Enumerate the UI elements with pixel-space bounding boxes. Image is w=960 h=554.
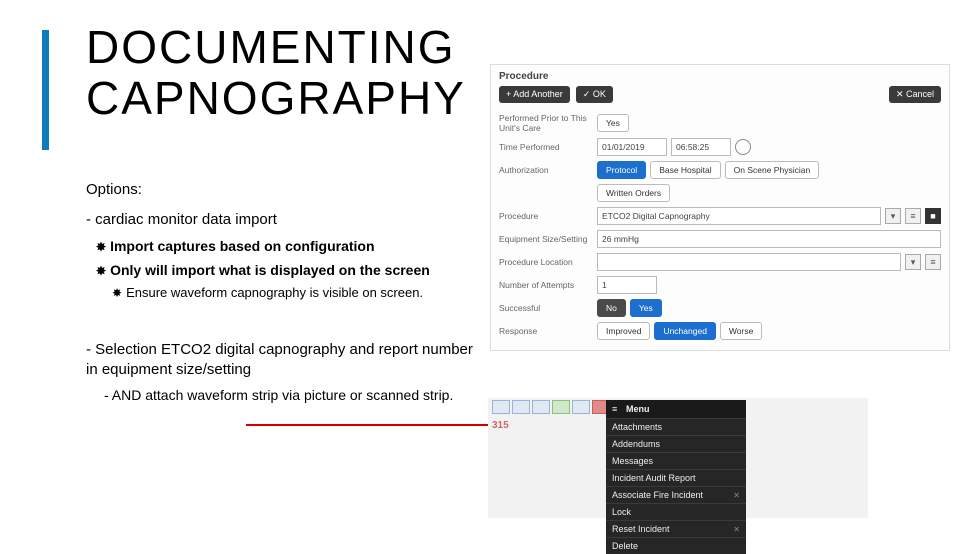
menu-item-audit[interactable]: Incident Audit Report xyxy=(606,469,746,486)
close-icon[interactable]: ✕ xyxy=(733,525,740,534)
chip-improved[interactable]: Improved xyxy=(597,322,650,340)
label-successful: Successful xyxy=(499,303,591,313)
accent-bar xyxy=(42,30,49,150)
slide-body: Options: cardiac monitor data import Imp… xyxy=(86,180,486,405)
list-icon[interactable]: ≡ xyxy=(905,208,921,224)
menu-screenshot: 315 Menu Attachments Addendums Messages … xyxy=(488,398,868,518)
close-icon[interactable]: ✕ xyxy=(733,491,740,500)
hamburger-icon xyxy=(612,404,622,414)
chip-base-hospital[interactable]: Base Hospital xyxy=(650,161,720,179)
toolbar-button[interactable] xyxy=(532,400,550,414)
title-line-2: CAPNOGRAPHY xyxy=(86,73,466,124)
chip-on-scene[interactable]: On Scene Physician xyxy=(725,161,820,179)
bullet-import-config: Import captures based on configuration xyxy=(96,237,486,256)
bullet-etco2-selection: Selection ETCO2 digital capnography and … xyxy=(86,340,486,381)
chip-yes-success[interactable]: Yes xyxy=(630,299,662,317)
slide-title: DOCUMENTING CAPNOGRAPHY xyxy=(86,22,466,123)
chip-no[interactable]: No xyxy=(597,299,626,317)
attempts-input[interactable]: 1 xyxy=(597,276,657,294)
form-header: Procedure xyxy=(499,71,941,82)
toolbar-button[interactable] xyxy=(552,400,570,414)
equipment-input[interactable]: 26 mmHg xyxy=(597,230,941,248)
incident-number: 315 xyxy=(492,420,509,431)
menu-item-associate[interactable]: Associate Fire Incident✕ xyxy=(606,486,746,503)
chip-yes[interactable]: Yes xyxy=(597,114,629,132)
menu-item-reset[interactable]: Reset Incident✕ xyxy=(606,520,746,537)
toolbar-button[interactable] xyxy=(512,400,530,414)
label-performed-prior: Performed Prior to This Unit's Care xyxy=(499,113,591,133)
chip-protocol[interactable]: Protocol xyxy=(597,161,646,179)
label-proc-location: Procedure Location xyxy=(499,257,591,267)
label-attempts: Number of Attempts xyxy=(499,280,591,290)
menu-item-attachments[interactable]: Attachments xyxy=(606,418,746,435)
menu-item-messages[interactable]: Messages xyxy=(606,452,746,469)
lock-icon[interactable]: ■ xyxy=(925,208,941,224)
location-input[interactable] xyxy=(597,253,901,271)
chip-written-orders[interactable]: Written Orders xyxy=(597,184,670,202)
menu-item-lock[interactable]: Lock xyxy=(606,503,746,520)
procedure-form-screenshot: Procedure + Add Another ✓ OK ✕ Cancel Pe… xyxy=(490,64,950,351)
title-line-1: DOCUMENTING xyxy=(86,22,466,73)
chip-unchanged[interactable]: Unchanged xyxy=(654,322,715,340)
label-procedure: Procedure xyxy=(499,211,591,221)
menu-header[interactable]: Menu xyxy=(606,400,746,418)
time-input[interactable]: 06:58:25 xyxy=(671,138,731,156)
dropdown-icon[interactable]: ▾ xyxy=(885,208,901,224)
menu-title: Menu xyxy=(626,404,650,414)
label-authorization: Authorization xyxy=(499,165,591,175)
bullet-attach-strip: AND attach waveform strip via picture or… xyxy=(104,386,486,405)
list-icon[interactable]: ≡ xyxy=(925,254,941,270)
toolbar-button[interactable] xyxy=(572,400,590,414)
procedure-input[interactable]: ETCO2 Digital Capnography xyxy=(597,207,881,225)
chip-worse[interactable]: Worse xyxy=(720,322,762,340)
cancel-button[interactable]: ✕ Cancel xyxy=(889,86,941,103)
options-label: Options: xyxy=(86,180,486,200)
add-another-button[interactable]: + Add Another xyxy=(499,86,570,103)
menu-item-addendums[interactable]: Addendums xyxy=(606,435,746,452)
dropdown-menu: Menu Attachments Addendums Messages Inci… xyxy=(606,400,746,554)
label-response: Response xyxy=(499,326,591,336)
clock-icon[interactable] xyxy=(735,139,751,155)
bullet-cardiac-import: cardiac monitor data import xyxy=(86,210,486,230)
bullet-ensure-visible: Ensure waveform capnography is visible o… xyxy=(112,284,486,302)
bullet-only-displayed: Only will import what is displayed on th… xyxy=(96,261,486,280)
toolbar xyxy=(492,400,610,414)
dropdown-icon[interactable]: ▾ xyxy=(905,254,921,270)
toolbar-button[interactable] xyxy=(492,400,510,414)
label-time-performed: Time Performed xyxy=(499,142,591,152)
ok-button[interactable]: ✓ OK xyxy=(576,86,613,103)
date-input[interactable]: 01/01/2019 xyxy=(597,138,667,156)
label-equipment: Equipment Size/Setting xyxy=(499,234,591,244)
